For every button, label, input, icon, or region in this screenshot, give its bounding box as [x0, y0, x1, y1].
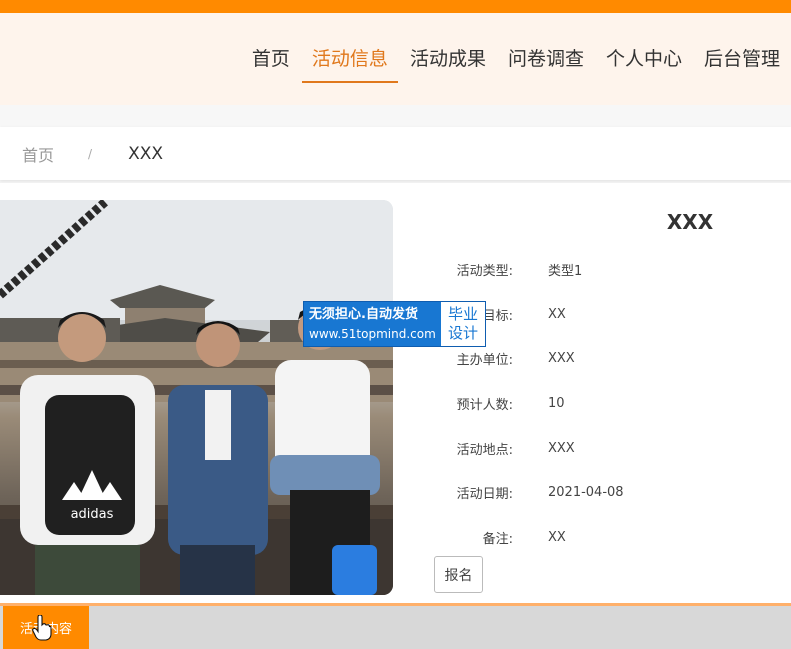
- field-label: 备注:: [482, 531, 513, 547]
- field-label: 活动类型:: [456, 263, 513, 279]
- field-date: 活动日期: 2021-04-08: [420, 470, 624, 515]
- field-activity-type: 活动类型: 类型1: [420, 247, 624, 292]
- field-expected-count: 预计人数: 10: [420, 381, 624, 426]
- field-label: 活动地点:: [456, 442, 513, 458]
- nav-item-home[interactable]: 首页: [242, 39, 300, 79]
- activity-title: XXX: [666, 210, 714, 234]
- field-label: 主办单位:: [456, 353, 513, 369]
- detail-fields: 活动类型: 类型1 目标: XX 主办单位: XXX 预计人数: 10 活动地点…: [420, 247, 624, 560]
- content-tab-bar: 活动内容: [0, 603, 791, 649]
- nav-item-admin[interactable]: 后台管理: [694, 39, 790, 79]
- activity-detail: adidas XXX 活动类型: 类型1 目标: XX 主办单位: XXX 预计…: [0, 183, 791, 603]
- nav-item-survey[interactable]: 问卷调查: [498, 39, 594, 79]
- field-location: 活动地点: XXX: [420, 426, 624, 471]
- nav-item-activity-results[interactable]: 活动成果: [400, 39, 496, 79]
- field-value: XXX: [548, 351, 575, 367]
- signup-button[interactable]: 报名: [434, 556, 483, 593]
- watermark-text: 无须担心.自动发货 www.51topmind.com: [304, 302, 439, 346]
- field-value: XXX: [548, 440, 575, 456]
- breadcrumb-home-link[interactable]: 首页: [22, 142, 54, 166]
- breadcrumb-separator: /: [88, 146, 93, 161]
- watermark-line1: 无须担心.自动发货: [309, 307, 418, 322]
- breadcrumb-current: XXX: [128, 143, 164, 164]
- activity-photo: adidas: [0, 200, 393, 595]
- field-value: XX: [548, 306, 566, 322]
- watermark-tag-top: 毕业: [447, 305, 478, 323]
- site-header: 首页 活动信息 活动成果 问卷调查 个人中心 后台管理: [0, 13, 791, 105]
- field-label: 活动日期:: [456, 487, 513, 503]
- main-nav: 首页 活动信息 活动成果 问卷调查 个人中心 后台管理: [241, 13, 791, 105]
- breadcrumb: 首页 / XXX: [0, 127, 791, 180]
- nav-item-activity-info[interactable]: 活动信息: [301, 39, 398, 83]
- watermark-line2: www.51topmind.com: [309, 327, 436, 341]
- field-value: 10: [548, 395, 565, 411]
- watermark-tag-bottom: 设计: [447, 324, 478, 342]
- watermark-tag: 毕业 设计: [439, 302, 485, 346]
- field-value: 类型1: [548, 263, 583, 279]
- header-gap: [0, 105, 791, 127]
- field-remark: 备注: XX: [420, 515, 624, 560]
- top-accent-strip: [0, 0, 791, 13]
- shirt-logo-text: adidas: [71, 507, 114, 522]
- hand-cursor-icon: [32, 615, 52, 641]
- watermark-badge: 无须担心.自动发货 www.51topmind.com 毕业 设计: [303, 301, 486, 347]
- field-value: XX: [548, 529, 566, 545]
- field-value: 2021-04-08: [548, 485, 624, 501]
- nav-item-personal-center[interactable]: 个人中心: [596, 39, 692, 79]
- field-label: 预计人数:: [456, 397, 513, 413]
